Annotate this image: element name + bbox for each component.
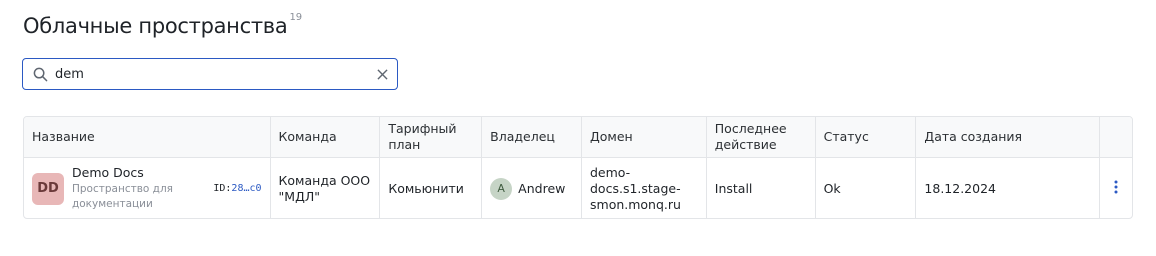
column-header-last-action[interactable]: Последнее действие	[707, 117, 816, 157]
search-icon	[25, 67, 55, 82]
column-header-actions	[1100, 117, 1132, 157]
cell-last-action: Install	[707, 158, 816, 218]
search-box[interactable]	[22, 58, 398, 90]
space-id-label: ID:	[213, 182, 232, 194]
search-input[interactable]	[55, 66, 367, 82]
cell-plan: Комьюнити	[380, 158, 483, 218]
owner-name: Andrew	[518, 180, 566, 196]
cell-domain: demo-docs.s1.stage-smon.monq.ru	[582, 158, 707, 218]
close-icon[interactable]	[367, 68, 397, 80]
cell-created: 18.12.2024	[916, 158, 1101, 218]
owner-avatar: A	[490, 177, 513, 200]
column-header-domain[interactable]: Домен	[582, 117, 707, 157]
table-header: Название Команда Тарифный план Владелец …	[24, 117, 1132, 158]
space-info: Demo Docs Пространство для документации	[72, 165, 202, 212]
spaces-table: Название Команда Тарифный план Владелец …	[23, 116, 1133, 219]
cell-owner: A Andrew	[482, 158, 582, 218]
space-description: Пространство для документации	[72, 183, 173, 210]
column-header-name[interactable]: Название	[24, 117, 271, 157]
column-header-team[interactable]: Команда	[271, 117, 381, 157]
cell-space: DD Demo Docs Пространство для документац…	[24, 158, 271, 218]
more-vertical-icon[interactable]	[1114, 180, 1118, 197]
cell-team: Команда ООО "МДЛ"	[271, 158, 381, 218]
page-title: Облачные пространства	[23, 14, 288, 38]
cell-actions	[1100, 158, 1132, 218]
cell-status: Ok	[816, 158, 917, 218]
table-row[interactable]: DD Demo Docs Пространство для документац…	[24, 158, 1132, 218]
column-header-created[interactable]: Дата создания	[916, 117, 1101, 157]
column-header-owner[interactable]: Владелец	[482, 117, 582, 157]
column-header-status[interactable]: Статус	[816, 117, 917, 157]
space-id[interactable]: ID:28…c0	[213, 181, 261, 197]
spaces-count: 19	[289, 12, 303, 23]
space-name[interactable]: Demo Docs	[72, 165, 202, 181]
space-avatar: DD	[32, 172, 64, 205]
space-id-value[interactable]: 28…c0	[231, 183, 261, 194]
column-header-plan[interactable]: Тарифный план	[380, 117, 483, 157]
page-header: Облачные пространства 19	[23, 11, 302, 41]
